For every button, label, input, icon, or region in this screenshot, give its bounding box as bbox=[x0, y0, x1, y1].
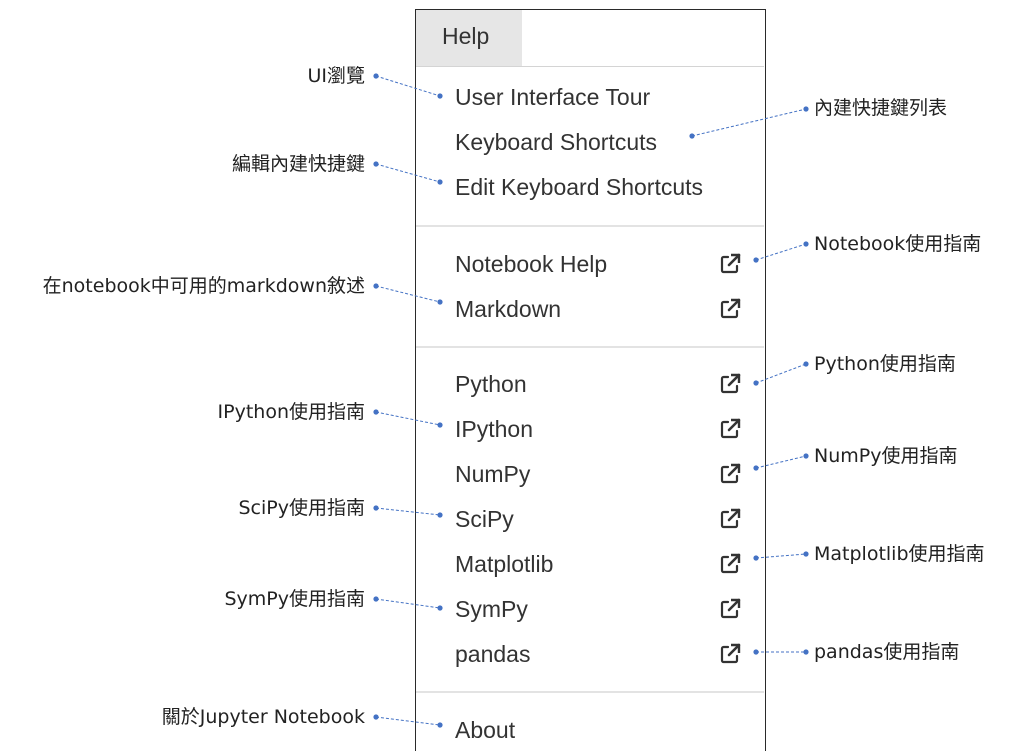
connector-dot bbox=[373, 714, 379, 720]
connector-ui-tour bbox=[375, 75, 441, 97]
connector-ipython bbox=[375, 411, 441, 426]
annotation-sympy: SymPy使用指南 bbox=[224, 588, 365, 610]
annotation-edit-shortcuts: 編輯內建快捷鍵 bbox=[231, 153, 365, 175]
connector-dot bbox=[373, 73, 379, 79]
connector-matplotlib bbox=[755, 553, 807, 559]
annotation-shortcuts-list: 內建快捷鍵列表 bbox=[814, 97, 948, 119]
connector-dot bbox=[803, 453, 809, 459]
connector-shortcuts-list bbox=[691, 108, 807, 137]
connector-python bbox=[755, 363, 807, 384]
annotation-pandas: pandas使用指南 bbox=[814, 641, 960, 663]
annotation-ipython: IPython使用指南 bbox=[217, 401, 365, 423]
connector-dot bbox=[373, 505, 379, 511]
connector-dot bbox=[753, 649, 759, 655]
connector-dot bbox=[373, 409, 379, 415]
connector-edit-shortcuts bbox=[375, 163, 441, 183]
connector-scipy bbox=[375, 507, 441, 516]
connector-sympy bbox=[375, 598, 441, 609]
annotation-numpy: NumPy使用指南 bbox=[814, 445, 958, 467]
connector-dot bbox=[373, 283, 379, 289]
connector-dot bbox=[437, 722, 443, 728]
connector-dot bbox=[753, 257, 759, 263]
connector-dot bbox=[753, 380, 759, 386]
annotation-python: Python使用指南 bbox=[814, 353, 956, 375]
connector-dot bbox=[753, 465, 759, 471]
annotation-matplotlib: Matplotlib使用指南 bbox=[814, 543, 985, 565]
annotation-scipy: SciPy使用指南 bbox=[238, 497, 366, 519]
connector-dot bbox=[803, 551, 809, 557]
screenshot-stage: Help User Interface Tour Keyboard Shortc… bbox=[0, 0, 1009, 751]
connector-dot bbox=[437, 605, 443, 611]
connector-notebook-help bbox=[755, 243, 807, 261]
connector-numpy bbox=[755, 455, 807, 469]
annotation-notebook-help: Notebook使用指南 bbox=[814, 233, 982, 255]
connector-dot bbox=[803, 241, 809, 247]
connector-dot bbox=[437, 512, 443, 518]
connector-dot bbox=[689, 133, 695, 139]
connector-dot bbox=[437, 299, 443, 305]
connector-dot bbox=[373, 161, 379, 167]
connector-dot bbox=[437, 422, 443, 428]
connector-markdown bbox=[375, 285, 441, 303]
connector-dot bbox=[803, 649, 809, 655]
annotation-ui-tour: UI瀏覽 bbox=[307, 65, 365, 87]
connector-dot bbox=[373, 596, 379, 602]
connector-about bbox=[375, 716, 441, 726]
connector-dot bbox=[437, 93, 443, 99]
annotation-markdown: 在notebook中可用的markdown敘述 bbox=[42, 275, 365, 297]
connector-dot bbox=[753, 555, 759, 561]
connector-dot bbox=[803, 106, 809, 112]
connector-dot bbox=[437, 179, 443, 185]
annotation-about: 關於Jupyter Notebook bbox=[161, 706, 365, 728]
connector-dot bbox=[803, 361, 809, 367]
